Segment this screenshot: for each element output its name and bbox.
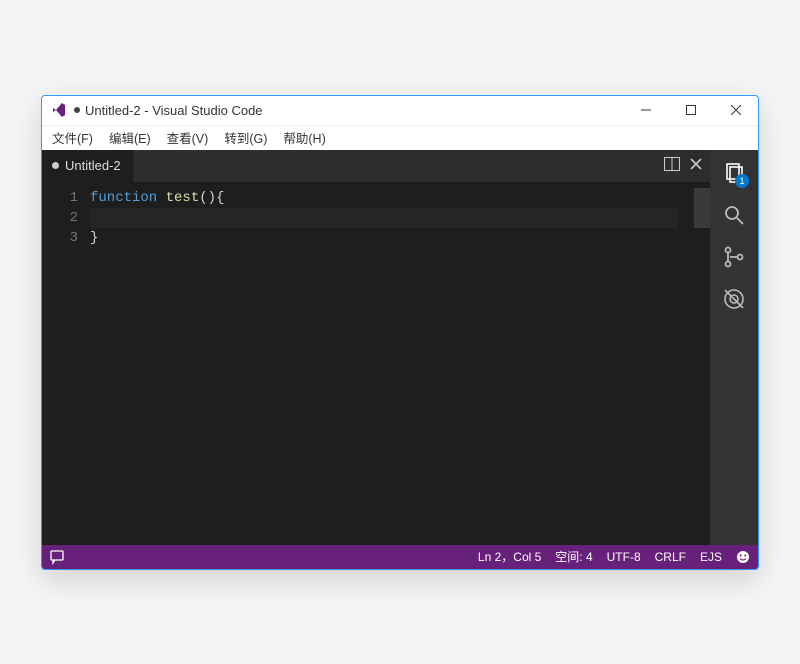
close-button[interactable] — [713, 95, 758, 125]
activity-bar: 1 — [710, 150, 758, 545]
minimap-viewport[interactable] — [694, 188, 710, 228]
explorer-icon[interactable]: 1 — [721, 160, 747, 186]
editor-column: Untitled-2 1 2 3 — [42, 150, 710, 545]
vscode-window: Untitled-2 - Visual Studio Code 文件(F) 编辑… — [41, 95, 759, 570]
line-gutter: 1 2 3 — [42, 182, 90, 545]
vs-logo-icon — [50, 101, 68, 119]
menu-file[interactable]: 文件(F) — [48, 126, 97, 149]
code-line[interactable]: } — [90, 228, 694, 248]
line-number: 3 — [42, 228, 78, 248]
explorer-badge: 1 — [735, 174, 749, 188]
maximize-button[interactable] — [668, 95, 713, 125]
split-editor-icon[interactable] — [664, 157, 680, 174]
tab-untitled-2[interactable]: Untitled-2 — [42, 150, 134, 182]
minimap[interactable] — [694, 182, 710, 545]
source-control-icon[interactable] — [721, 244, 747, 270]
tabbar: Untitled-2 — [42, 150, 710, 182]
code-line[interactable]: function test(){ — [90, 188, 694, 208]
menu-view[interactable]: 查看(V) — [163, 126, 213, 149]
status-spaces[interactable]: 空间: 4 — [555, 548, 592, 565]
workspace: Untitled-2 1 2 3 — [42, 150, 758, 545]
debug-icon[interactable] — [721, 286, 747, 312]
menu-go[interactable]: 转到(G) — [220, 126, 271, 149]
status-eol[interactable]: CRLF — [655, 550, 686, 564]
statusbar: Ln 2，Col 5 空间: 4 UTF-8 CRLF EJS — [42, 545, 758, 569]
window-title: Untitled-2 - Visual Studio Code — [85, 103, 263, 118]
editor[interactable]: 1 2 3 function test(){ } — [42, 182, 710, 545]
menu-help[interactable]: 帮助(H) — [279, 126, 329, 149]
status-cursor[interactable]: Ln 2，Col 5 — [478, 548, 541, 565]
menu-edit[interactable]: 编辑(E) — [105, 126, 155, 149]
tab-label: Untitled-2 — [65, 158, 121, 173]
line-number: 1 — [42, 188, 78, 208]
status-encoding[interactable]: UTF-8 — [607, 550, 641, 564]
active-line-highlight — [90, 208, 678, 228]
minimize-button[interactable] — [623, 95, 668, 125]
code-area[interactable]: function test(){ } — [90, 182, 694, 545]
close-tab-icon[interactable] — [690, 158, 702, 173]
status-feedback-icon[interactable] — [50, 549, 66, 565]
line-number: 2 — [42, 208, 78, 228]
status-language[interactable]: EJS — [700, 550, 722, 564]
menubar: 文件(F) 编辑(E) 查看(V) 转到(G) 帮助(H) — [42, 126, 758, 150]
titlebar[interactable]: Untitled-2 - Visual Studio Code — [42, 96, 758, 126]
status-smiley-icon[interactable] — [736, 550, 750, 564]
search-icon[interactable] — [721, 202, 747, 228]
window-controls — [623, 95, 758, 125]
dirty-indicator-icon — [74, 107, 80, 113]
tab-dirty-icon — [52, 162, 59, 169]
